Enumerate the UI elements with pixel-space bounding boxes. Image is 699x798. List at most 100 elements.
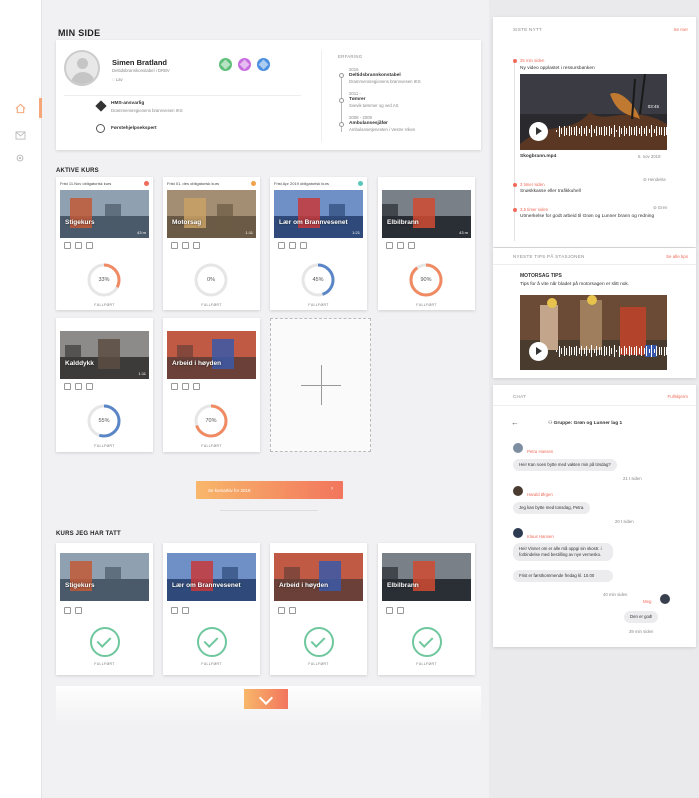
active-course-card[interactable]: Frist 01. des obligatorisk kurs Motorsag 1…: [163, 177, 260, 310]
chat-group: ⚇ Gruppe: Grøn og Lunner lag 1: [548, 421, 622, 426]
media-type-icons: [64, 607, 82, 614]
news-text[interactable]: Utmerkelse for godt arbeid til Grøn og L…: [520, 214, 670, 221]
video-icon: [171, 242, 178, 249]
course-thumbnail[interactable]: Arbeid i høyden: [167, 331, 256, 379]
waveform-bar: [638, 128, 640, 134]
course-thumbnail[interactable]: Lær om Brannvesenet: [167, 553, 256, 601]
location-icon: ◌: [112, 77, 115, 82]
course-archive-button[interactable]: Se kursarkiv for 2018 ›: [196, 481, 343, 499]
document-icon: [408, 242, 415, 249]
active-course-card[interactable]: Frist 11.Nov obligatorisk kurs Stigekurs 4…: [56, 177, 153, 310]
check-circle-icon: [96, 124, 105, 133]
waveform-bar: [616, 129, 617, 133]
experience-title: Deltidsbrannkonstabel: [349, 73, 401, 78]
chat-fullscreen-link[interactable]: Fullskjerm: [667, 394, 688, 399]
audio-icon: [289, 607, 296, 614]
completed-check-icon: [90, 627, 120, 657]
waveform-bar: [631, 347, 632, 355]
tips-see-all-link[interactable]: Se alle tips: [666, 254, 688, 259]
chat-header: CHAT: [513, 394, 527, 399]
waveform-bar: [618, 345, 620, 357]
completed-course-card[interactable]: Lær om Brannvesenet FULLFØRT: [163, 543, 260, 675]
waveform-bar: [633, 126, 635, 136]
course-duration: 43 m: [459, 230, 468, 235]
progress-percent: 55%: [98, 418, 110, 424]
status-dot: [144, 181, 149, 186]
news-text[interactable]: Ny video opplastet i ressursbanken: [520, 66, 595, 71]
document-icon: [300, 242, 307, 249]
badge-blue-icon[interactable]: [257, 58, 270, 71]
mail-icon[interactable]: [12, 127, 28, 143]
waveform-bar: [653, 348, 655, 354]
waveform-bar: [651, 345, 652, 357]
waveform-bar: [596, 346, 597, 357]
completed-label: FULLFØRT: [201, 662, 222, 666]
waveform-bar: [603, 126, 605, 136]
media-type-icons: [278, 607, 296, 614]
course-thumbnail[interactable]: Kalddykk 1:11: [60, 331, 149, 379]
tips-video[interactable]: [520, 295, 667, 370]
waveform-bar: [661, 347, 662, 356]
progress-ring: 33%: [84, 260, 124, 300]
progress-ring: 90%: [406, 260, 446, 300]
course-title: Stigekurs: [65, 581, 95, 589]
avatar: [513, 443, 523, 453]
badge-purple-icon[interactable]: [238, 58, 251, 71]
play-icon[interactable]: [529, 342, 548, 361]
profile-card: Simen Bratland Deltidsbrannkonstabel i D…: [56, 40, 481, 150]
chat-sender: Klaus Hansen: [527, 534, 554, 539]
waveform-bar: [658, 126, 660, 136]
waveform-bar: [583, 348, 585, 354]
news-header: SISTE NYTT: [513, 27, 543, 32]
progress-ring: 70%: [191, 401, 231, 441]
news-video[interactable]: 03:45: [520, 74, 667, 150]
active-course-card[interactable]: Arbeid i høyden 70% FULLFØRT: [163, 318, 260, 452]
sidebar: [0, 0, 42, 798]
gear-icon[interactable]: [12, 150, 28, 166]
waveform-bar: [656, 345, 657, 357]
course-thumbnail[interactable]: Elbilbrann: [382, 553, 471, 601]
badge-green-icon[interactable]: [219, 58, 232, 71]
waveform-bar: [586, 346, 587, 357]
news-file[interactable]: Skogbrann.mp4: [520, 154, 556, 159]
active-course-card[interactable]: Kalddykk 1:11 55% FULLFØRT: [56, 318, 153, 452]
waveform-bar: [558, 125, 560, 137]
video-icon: [278, 607, 285, 614]
waveform-bar: [648, 349, 650, 353]
avatar[interactable]: [64, 50, 100, 86]
waveform-bar: [636, 345, 637, 357]
hms-icon: [95, 100, 107, 112]
course-thumbnail[interactable]: Lær om Brannvesenet 1:21: [274, 190, 363, 238]
waveform-bar: [588, 349, 590, 353]
course-thumbnail[interactable]: Motorsag 1:11: [167, 190, 256, 238]
waveform-bar: [578, 128, 580, 134]
audio-icon: [397, 242, 404, 249]
news-see-more-link[interactable]: Se mer: [673, 27, 688, 32]
course-title: Elbilbrann: [387, 218, 419, 226]
course-thumbnail[interactable]: Stigekurs: [60, 553, 149, 601]
news-text[interactable]: Snøskkasse eller trafikkuhell: [520, 189, 581, 194]
back-arrow-icon[interactable]: ←: [511, 418, 519, 427]
course-thumbnail[interactable]: Stigekurs 43 m: [60, 190, 149, 238]
progress-label: FULLFØRT: [94, 444, 115, 448]
show-more-chevron-button[interactable]: [244, 689, 288, 709]
active-course-card[interactable]: Elbilbrann 43 m 90% FULLFØRT: [378, 177, 475, 310]
waveform-bar: [611, 348, 612, 354]
play-icon[interactable]: [529, 122, 548, 141]
media-type-icons: [278, 242, 307, 249]
waveform-bar: [633, 346, 635, 356]
news-tag-text: Gren: [657, 205, 668, 210]
completed-course-card[interactable]: Stigekurs FULLFØRT: [56, 543, 153, 675]
course-thumbnail[interactable]: Arbeid i høyden: [274, 553, 363, 601]
completed-course-card[interactable]: Arbeid i høyden FULLFØRT: [270, 543, 367, 675]
waveform-bar: [646, 346, 647, 357]
add-course-button[interactable]: [270, 318, 371, 452]
home-icon[interactable]: [12, 100, 28, 116]
course-title: Lær om Brannvesenet: [279, 218, 348, 226]
progress-percent: 70%: [205, 418, 217, 424]
chat-message: Jeg kan bytte med tonsdag, Petra.: [513, 502, 591, 514]
course-thumbnail[interactable]: Elbilbrann 43 m: [382, 190, 471, 238]
progress-label: FULLFØRT: [416, 303, 437, 307]
completed-course-card[interactable]: Elbilbrann FULLFØRT: [378, 543, 475, 675]
active-course-card[interactable]: Frist Apr 2019 obligatorisk kurs Lær om B…: [270, 177, 367, 310]
